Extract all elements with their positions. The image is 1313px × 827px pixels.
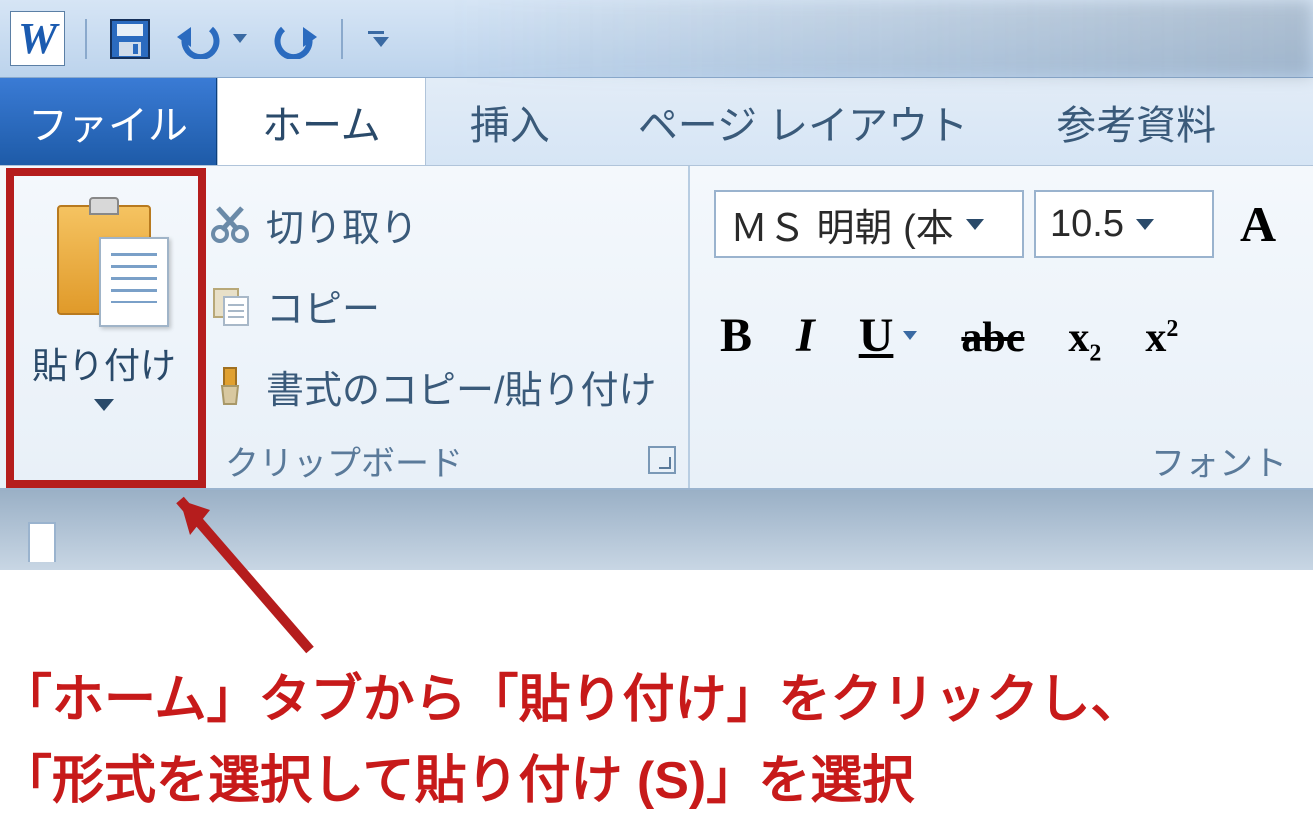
tab-home[interactable]: ホーム (217, 78, 426, 165)
clipboard-group-label: クリップボード (225, 436, 463, 485)
subscript-button[interactable]: x2 (1068, 314, 1101, 367)
word-app-icon[interactable]: W (10, 11, 65, 66)
font-name-combo[interactable]: ＭＳ 明朝 (本 (714, 190, 1024, 258)
ribbon: 貼り付け 切り取り (0, 166, 1313, 490)
cut-button[interactable]: 切り取り (208, 197, 688, 252)
chevron-down-icon (1136, 219, 1154, 230)
font-name-value: ＭＳ 明朝 (本 (730, 197, 954, 252)
clipboard-group-label-row: クリップボード (0, 432, 688, 488)
chevron-down-icon (903, 331, 917, 340)
chevron-down-icon (966, 219, 984, 230)
underline-button[interactable]: U (859, 308, 918, 363)
format-painter-label: 書式のコピー/貼り付け (266, 359, 657, 414)
clipboard-dialog-launcher[interactable] (648, 446, 676, 474)
font-group-label: フォント (1151, 436, 1287, 485)
undo-dropdown-icon[interactable] (233, 34, 247, 43)
word-letter: W (18, 13, 57, 64)
font-size-combo[interactable]: 10.5 (1034, 190, 1214, 258)
tab-references[interactable]: 参考資料 (1012, 78, 1260, 165)
paste-button[interactable]: 貼り付け (0, 166, 200, 432)
tab-insert[interactable]: 挿入 (426, 78, 594, 165)
undo-button[interactable] (173, 19, 247, 59)
tab-file[interactable]: ファイル (0, 78, 217, 165)
underline-label: U (859, 308, 894, 363)
annotation-text: 「ホーム」タブから「貼り付け」をクリックし、 「形式を選択して貼り付け (S)」… (0, 660, 1142, 821)
copy-icon (208, 283, 252, 327)
qat-separator (85, 19, 87, 59)
save-button[interactable] (107, 16, 153, 62)
paste-label: 貼り付け (32, 337, 176, 389)
font-size-value: 10.5 (1050, 203, 1124, 246)
italic-button[interactable]: I (796, 308, 815, 363)
tab-page-layout[interactable]: ページ レイアウト (594, 78, 1012, 165)
qat-separator-2 (341, 19, 343, 59)
title-bar: W (0, 0, 1313, 78)
grow-font-button[interactable]: A (1240, 195, 1276, 253)
page-corner (28, 522, 56, 562)
superscript-button[interactable]: x2 (1145, 314, 1178, 362)
clipboard-group: 貼り付け 切り取り (0, 166, 690, 488)
redo-button[interactable] (267, 19, 321, 59)
strikethrough-button[interactable]: abc (961, 314, 1024, 362)
document-area (0, 490, 1313, 570)
paintbrush-icon (208, 364, 252, 408)
paste-icon (39, 197, 169, 327)
customize-qat-button[interactable] (363, 31, 389, 47)
paste-dropdown-icon[interactable] (94, 399, 114, 411)
title-blur (450, 0, 1313, 77)
copy-label: コピー (266, 278, 380, 333)
font-group: ＭＳ 明朝 (本 10.5 A B I U abc x2 x2 (690, 166, 1313, 488)
format-painter-button[interactable]: 書式のコピー/貼り付け (208, 359, 688, 414)
cut-label: 切り取り (266, 197, 418, 252)
bold-button[interactable]: B (720, 308, 752, 363)
copy-button[interactable]: コピー (208, 278, 688, 333)
ribbon-tabs: ファイル ホーム 挿入 ページ レイアウト 参考資料 (0, 78, 1313, 166)
scissors-icon (208, 202, 252, 246)
